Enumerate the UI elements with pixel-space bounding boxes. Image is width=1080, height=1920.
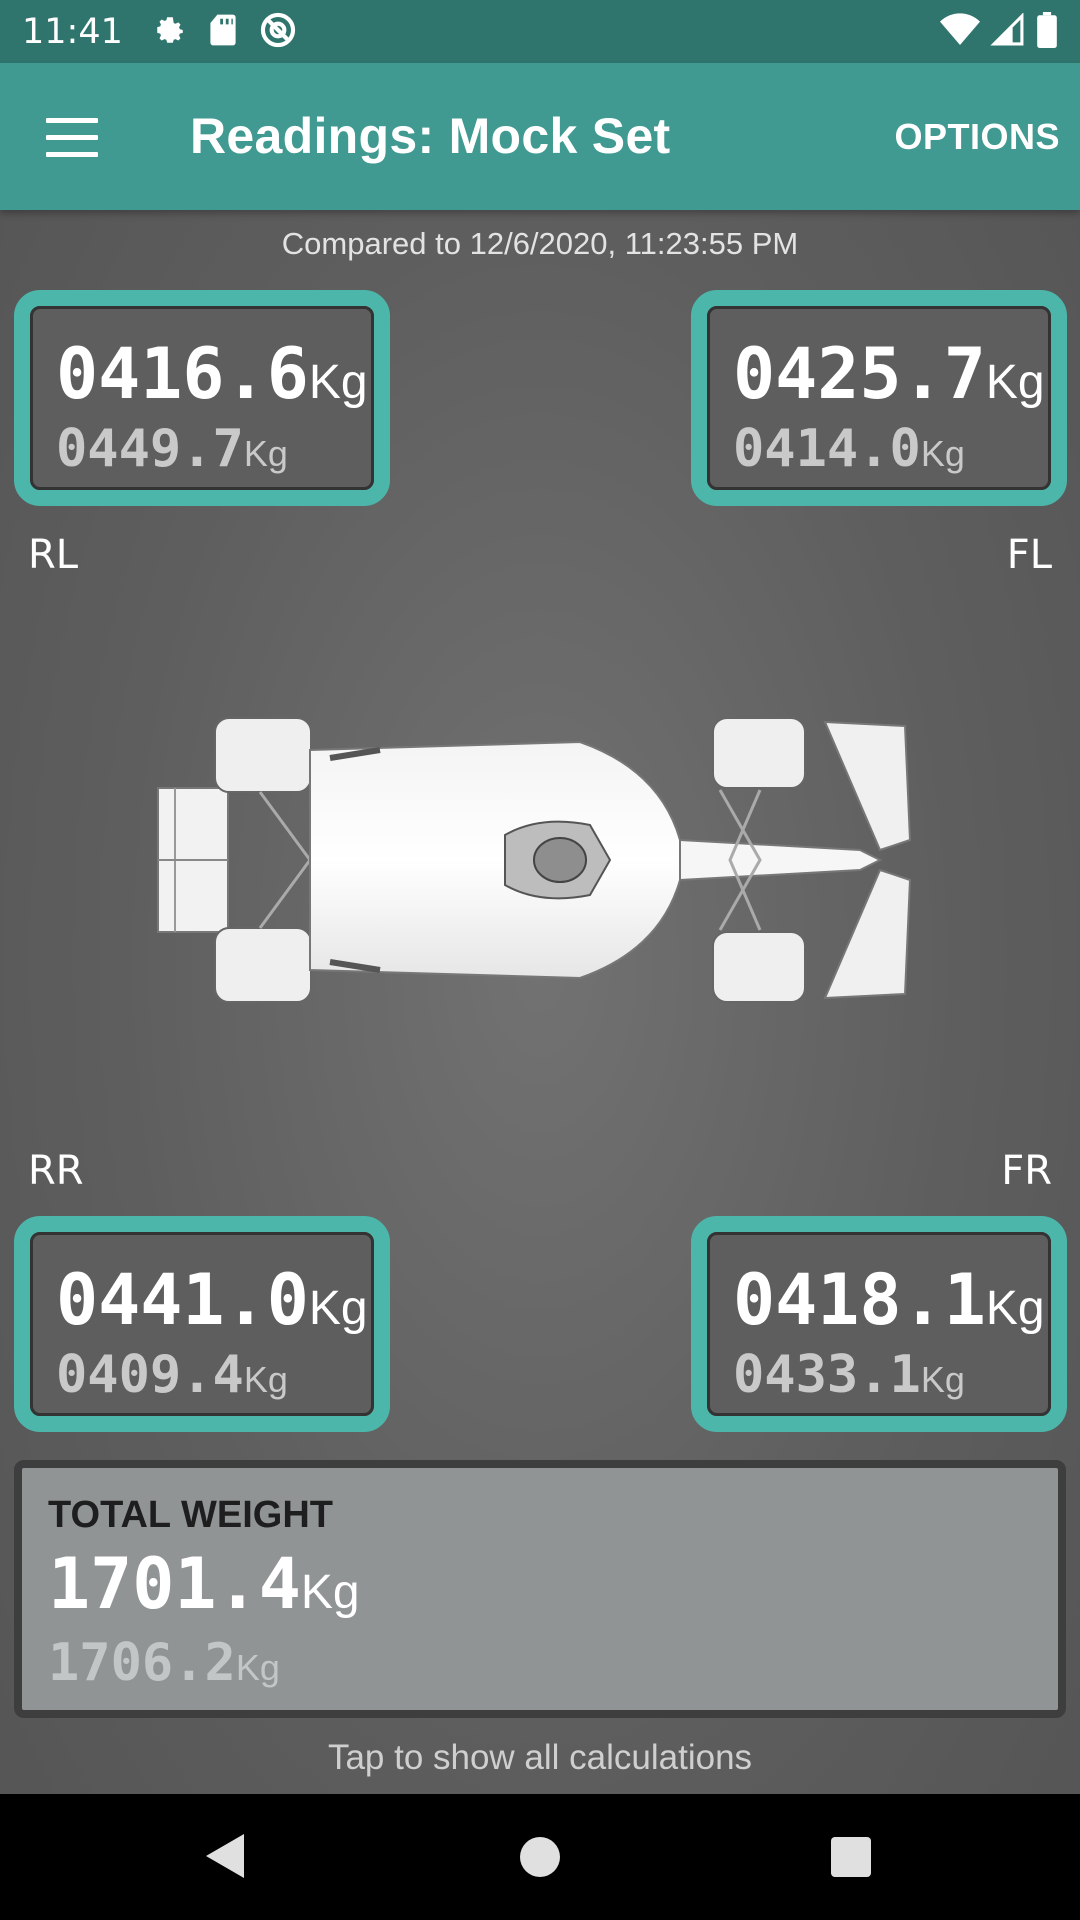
label-rr: RR: [28, 1148, 84, 1194]
battery-icon: [1036, 11, 1058, 52]
options-button[interactable]: OPTIONS: [894, 116, 1060, 158]
sd-card-icon: [209, 13, 237, 51]
label-fl: FL: [1006, 532, 1052, 578]
fl-current: 0425.7Kg: [733, 333, 1045, 415]
navigation-bar: [0, 1794, 1080, 1920]
status-icons-right: [940, 11, 1058, 52]
at-sign-icon: [259, 11, 297, 53]
rr-current: 0441.0Kg: [56, 1259, 368, 1341]
show-calculations-link[interactable]: Tap to show all calculations: [0, 1738, 1080, 1778]
reading-card-fl[interactable]: 0425.7Kg 0414.0Kg: [691, 290, 1067, 506]
status-icons-left: [153, 11, 297, 53]
home-icon[interactable]: [519, 1836, 561, 1882]
label-rl: RL: [28, 532, 79, 578]
total-previous: 1706.2Kg: [48, 1633, 280, 1693]
total-weight-card[interactable]: TOTAL WEIGHT 1701.4Kg 1706.2Kg: [14, 1460, 1066, 1718]
reading-card-rl[interactable]: 0416.6Kg 0449.7Kg: [14, 290, 390, 506]
reading-card-fr[interactable]: 0418.1Kg 0433.1Kg: [691, 1216, 1067, 1432]
status-time: 11:41: [22, 11, 123, 52]
rl-current: 0416.6Kg: [56, 333, 368, 415]
compared-text: Compared to 12/6/2020, 11:23:55 PM: [281, 226, 799, 261]
race-car-image: [157, 717, 912, 1003]
gear-icon: [153, 13, 187, 51]
menu-icon[interactable]: [46, 118, 98, 158]
status-bar: 11:41: [0, 0, 1080, 63]
fr-previous: 0433.1Kg: [733, 1345, 965, 1405]
wifi-icon: [940, 12, 980, 51]
recents-icon[interactable]: [830, 1836, 872, 1882]
rl-previous: 0449.7Kg: [56, 419, 288, 479]
reading-card-rr[interactable]: 0441.0Kg 0409.4Kg: [14, 1216, 390, 1432]
fr-current: 0418.1Kg: [733, 1259, 1045, 1341]
total-current: 1701.4Kg: [48, 1543, 360, 1625]
label-fr: FR: [1001, 1148, 1052, 1194]
signal-icon: [990, 11, 1026, 51]
total-weight-label: TOTAL WEIGHT: [48, 1494, 333, 1536]
fl-previous: 0414.0Kg: [733, 419, 965, 479]
back-icon[interactable]: [204, 1832, 246, 1884]
page-title: Readings: Mock Set: [190, 108, 671, 164]
app-bar: Readings: Mock Set OPTIONS: [0, 63, 1080, 210]
rr-previous: 0409.4Kg: [56, 1345, 288, 1405]
